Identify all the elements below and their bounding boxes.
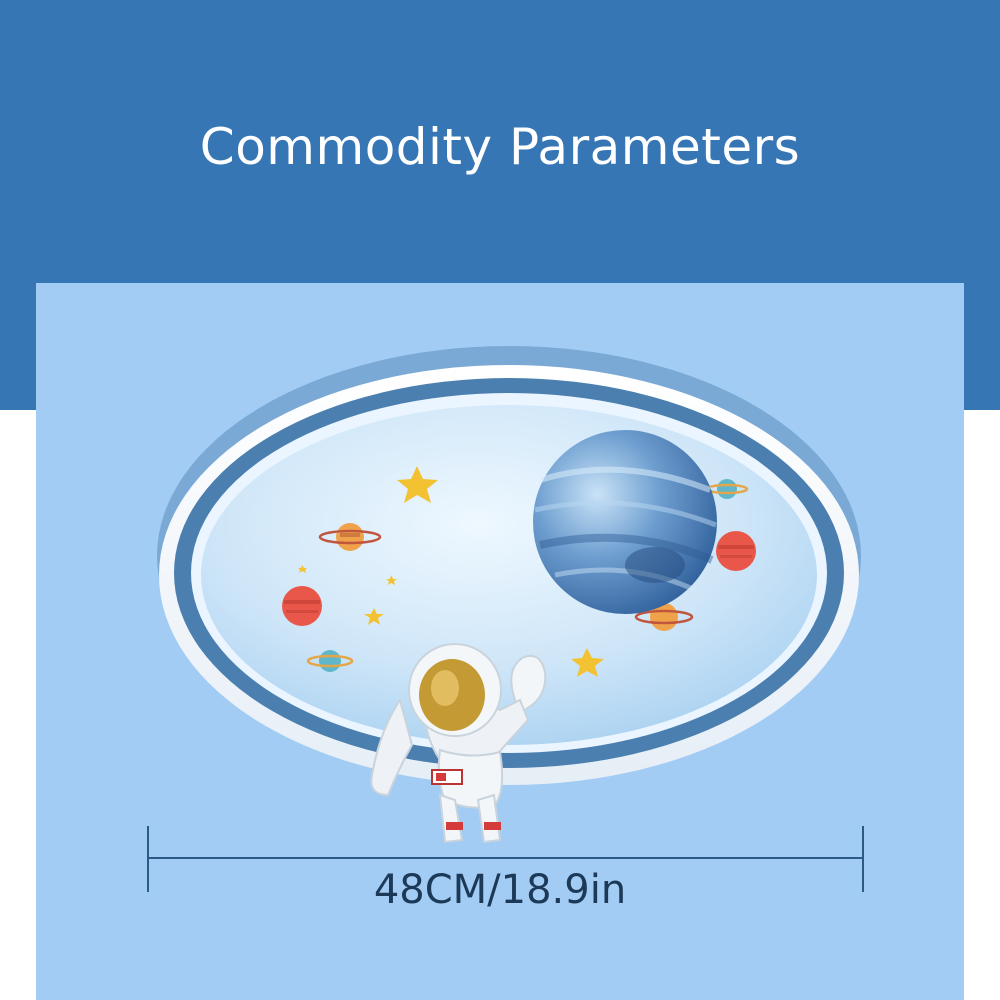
planet-icon [282,586,322,626]
dimension-label: 48CM/18.9in [373,867,627,913]
planet-globe [533,430,717,614]
planet-icon [716,531,756,571]
lamp-face [201,405,817,745]
dimension-line [148,857,864,859]
product-illustration [157,346,861,844]
